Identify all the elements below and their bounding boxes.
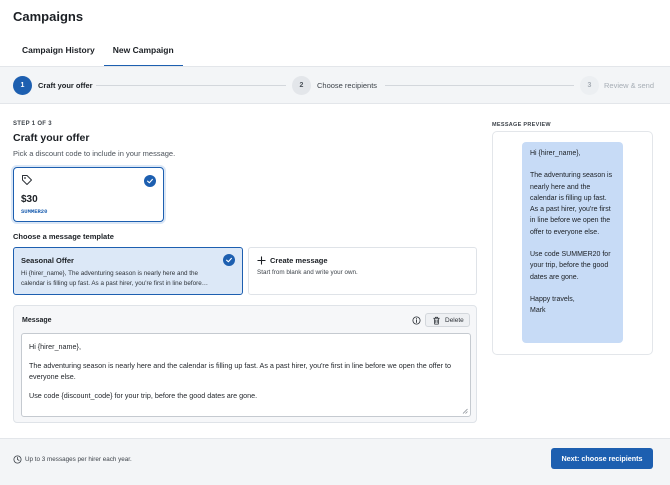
template-excerpt: Hi {hirer_name}, The adventuring season … — [21, 269, 235, 289]
tab-bar: Campaign History New Campaign — [13, 38, 183, 67]
step-1-indicator: 1 — [13, 76, 32, 95]
clock-icon — [13, 455, 22, 464]
template-seasonal-offer[interactable]: Seasonal Offer Hi {hirer_name}, The adve… — [13, 247, 243, 295]
message-label: Message — [22, 317, 52, 324]
resize-handle-icon[interactable] — [462, 408, 468, 414]
message-textarea[interactable]: Hi {hirer_name}, The adventuring season … — [21, 333, 471, 417]
create-message-subtitle: Start from blank and write your own. — [257, 269, 358, 276]
step-count: STEP 1 OF 3 — [13, 121, 52, 127]
trash-icon — [433, 316, 440, 325]
tab-new-campaign[interactable]: New Campaign — [103, 38, 183, 67]
step-2-indicator: 2 — [292, 76, 311, 95]
preview-signoff: Happy travels, — [530, 295, 575, 303]
message-greeting: Hi {hirer_name}, — [29, 342, 81, 351]
preview-bubble: Hi {hirer_name}, The adventuring season … — [522, 142, 623, 343]
step-3-label: Review & send — [604, 81, 655, 90]
message-preview: Hi {hirer_name}, The adventuring season … — [492, 131, 653, 355]
template-heading: Choose a message template — [13, 232, 114, 241]
message-editor: Message Delete Hi {hirer_name}, The adve… — [13, 305, 477, 423]
discount-code-name: SUMMER20 — [21, 208, 48, 215]
footer-note: Up to 3 messages per hirer each year. — [25, 456, 132, 463]
section-subtitle: Pick a discount code to include in your … — [13, 149, 176, 158]
preview-signature: Mark — [530, 307, 546, 315]
create-message-title: Create message — [270, 256, 328, 265]
step-1-label: Craft your offer — [38, 81, 93, 90]
message-closing: Use code {discount_code} for your trip, … — [29, 391, 258, 400]
selected-check-icon — [223, 254, 235, 266]
footer-bar: Up to 3 messages per hirer each year. Ne… — [0, 438, 670, 485]
step-3-indicator: 3 — [580, 76, 599, 95]
message-body: The adventuring season is nearly here an… — [29, 361, 451, 381]
plus-icon — [257, 256, 266, 265]
next-choose-recipients-button[interactable]: Next: choose recipients — [551, 448, 653, 469]
template-title: Seasonal Offer — [21, 256, 74, 265]
template-excerpt-line: calendar is filling up fast. As a past h… — [21, 280, 209, 287]
preview-label: MESSAGE PREVIEW — [492, 122, 551, 128]
template-create-message[interactable]: Create message Start from blank and writ… — [248, 247, 477, 295]
discount-code-card[interactable]: $30 SUMMER20 — [13, 167, 164, 222]
preview-code-line: Use code SUMMER20 for your trip, before … — [530, 251, 611, 281]
delete-label: Delete — [445, 316, 464, 324]
step-connector — [385, 85, 574, 86]
preview-body: The adventuring season is nearly here an… — [530, 172, 613, 236]
tab-campaign-history[interactable]: Campaign History — [13, 38, 104, 67]
preview-greeting: Hi {hirer_name}, — [530, 150, 581, 157]
info-icon[interactable] — [412, 316, 421, 325]
stepper: 1 Craft your offer 2 Choose recipients 3… — [0, 67, 670, 104]
discount-amount: $30 — [21, 194, 38, 205]
delete-button[interactable]: Delete — [425, 313, 470, 327]
step-connector — [96, 85, 286, 86]
step-2-label: Choose recipients — [317, 81, 378, 90]
page-title: Campaigns — [13, 9, 84, 24]
template-excerpt-line: Hi {hirer_name}, The adventuring season … — [21, 270, 199, 277]
section-title: Craft your offer — [13, 132, 90, 144]
selected-check-icon — [144, 175, 156, 187]
tag-icon — [22, 175, 32, 185]
